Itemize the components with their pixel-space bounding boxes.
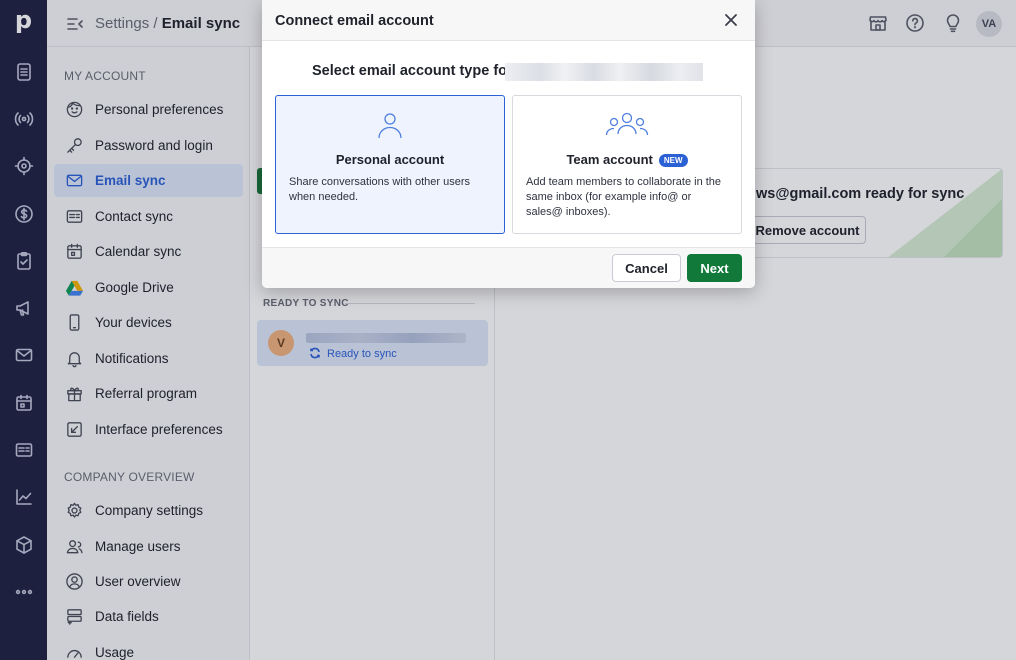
team-account-title-text: Team account (566, 152, 653, 167)
team-account-description: Add team members to collaborate in the s… (526, 176, 722, 218)
personal-account-title: Personal account (335, 152, 445, 167)
team-account-title: Team account NEW (513, 152, 741, 167)
modal-header: Connect email account (262, 0, 755, 41)
modal-title: Connect email account (275, 13, 434, 29)
personal-account-option[interactable]: Personal account Share conversations wit… (275, 95, 505, 234)
close-icon[interactable] (723, 12, 739, 28)
person-icon (375, 110, 405, 143)
account-type-prompt: Select email account type for (312, 63, 513, 79)
team-icon (605, 110, 649, 143)
next-button[interactable]: Next (687, 254, 742, 282)
redacted-email-address (505, 63, 703, 81)
modal-footer: Cancel Next (262, 247, 755, 288)
connect-email-modal: Connect email account Select email accou… (262, 0, 755, 288)
team-account-option[interactable]: Team account NEW Add team members to coll… (512, 95, 742, 234)
cancel-button[interactable]: Cancel (612, 254, 681, 282)
new-badge: NEW (658, 154, 688, 167)
personal-account-description: Share conversations with other users whe… (289, 176, 470, 203)
